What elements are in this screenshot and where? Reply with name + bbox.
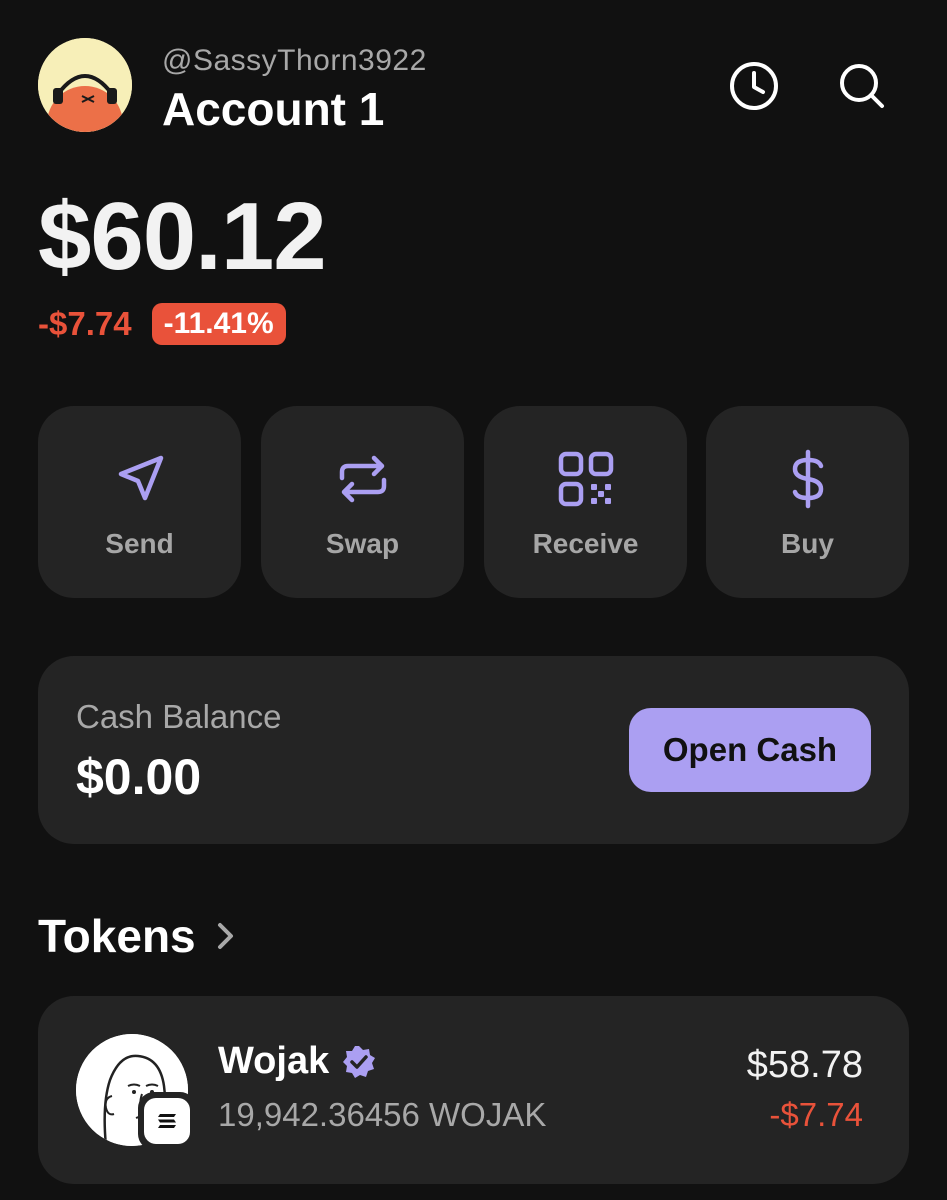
qr-code-icon — [558, 451, 613, 507]
search-button[interactable] — [834, 58, 890, 114]
avatar-illustration — [38, 38, 132, 132]
total-balance: $60.12 — [38, 183, 327, 290]
balance-change-percent-badge: -11.41% — [151, 303, 286, 345]
token-value: $58.78 — [746, 1044, 863, 1086]
send-label: Send — [105, 528, 174, 559]
token-change: -$7.74 — [769, 1096, 863, 1133]
search-icon — [840, 64, 884, 108]
account-name[interactable]: Account 1 — [162, 82, 384, 136]
username: @SassyThorn3922 — [162, 44, 427, 77]
swap-icon — [339, 455, 386, 503]
quick-actions: Send Swap Receive Buy — [38, 406, 909, 598]
send-button[interactable]: Send — [38, 406, 241, 598]
balance-change-amount: -$7.74 — [38, 305, 132, 342]
balance-change-row: -$7.74 -11.41% — [38, 302, 286, 346]
open-cash-button[interactable]: Open Cash — [629, 708, 871, 792]
cash-balance-value: $0.00 — [76, 749, 202, 805]
chevron-right-icon — [212, 921, 242, 951]
swap-label: Swap — [325, 528, 400, 559]
solana-chain-icon — [158, 1114, 176, 1128]
token-amount: 19,942.36456 WOJAK — [218, 1096, 547, 1133]
token-name: Wojak — [218, 1040, 330, 1082]
verified-badge-icon — [341, 1044, 377, 1080]
buy-label: Buy — [781, 528, 834, 559]
account-header: @SassyThorn3922 Account 1 — [38, 38, 908, 136]
dollar-icon — [792, 449, 823, 509]
tokens-title: Tokens — [38, 910, 196, 962]
cash-balance-label: Cash Balance — [76, 698, 282, 735]
receive-label: Receive — [532, 528, 639, 559]
send-icon — [118, 455, 163, 501]
swap-button[interactable]: Swap — [261, 406, 464, 598]
chain-badge — [138, 1092, 196, 1150]
token-row[interactable]: Wojak 19,942.36456 WOJAK $58.78 -$7.74 — [38, 996, 909, 1184]
receive-button[interactable]: Receive — [484, 406, 687, 598]
account-avatar[interactable] — [38, 38, 132, 132]
buy-button[interactable]: Buy — [706, 406, 909, 598]
wallet-home-screen: @SassyThorn3922 Account 1 $60.12 -$7.74 … — [0, 0, 947, 1200]
history-button[interactable] — [726, 58, 782, 114]
tokens-section-header[interactable]: Tokens — [38, 906, 242, 966]
token-name-row: Wojak — [218, 1040, 377, 1083]
cash-balance-card: Cash Balance $0.00 Open Cash — [38, 656, 909, 844]
history-icon — [730, 62, 778, 110]
